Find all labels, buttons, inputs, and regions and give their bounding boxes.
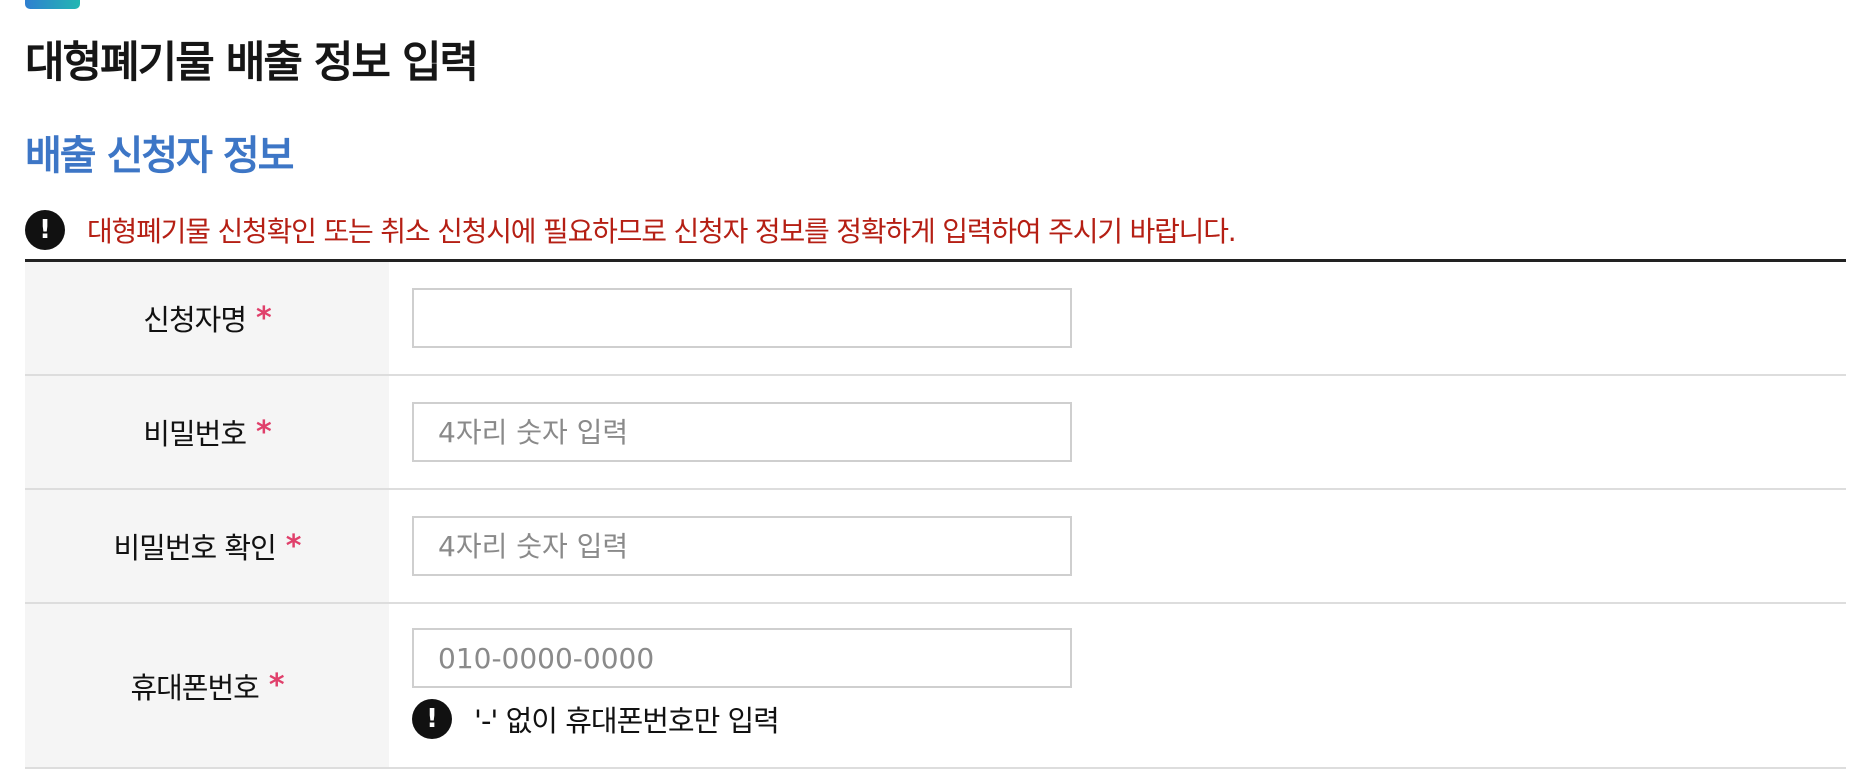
applicant-form-table: 신청자명 * 비밀번호 * 비밀번호 확인 * 휴대폰번호 *	[25, 259, 1846, 769]
section-title: 배출 신청자 정보	[25, 133, 294, 179]
form-row-password: 비밀번호 *	[25, 376, 1846, 490]
required-mark: *	[268, 668, 285, 703]
applicant-name-label: 신청자명 *	[25, 262, 389, 374]
field-label-text: 비밀번호	[143, 417, 247, 451]
page-title: 대형폐기물 배출 정보 입력	[25, 38, 479, 88]
notice-message: ! 대형폐기물 신청확인 또는 취소 신청시에 필요하므로 신청자 정보를 정확…	[25, 210, 1237, 250]
phone-hint: ! '-' 없이 휴대폰번호만 입력	[412, 698, 1846, 740]
field-label-text: 신청자명	[143, 303, 247, 337]
phone-hint-text: '-' 없이 휴대폰번호만 입력	[474, 704, 780, 738]
form-row-phone: 휴대폰번호 * ! '-' 없이 휴대폰번호만 입력	[25, 604, 1846, 769]
required-mark: *	[285, 528, 302, 564]
required-mark: *	[256, 414, 272, 450]
field-label-text: 비밀번호 확인	[113, 531, 276, 565]
password-label: 비밀번호 *	[25, 376, 389, 488]
phone-label: 휴대폰번호 *	[25, 604, 389, 767]
exclamation-circle-icon: !	[412, 699, 452, 739]
notice-text: 대형폐기물 신청확인 또는 취소 신청시에 필요하므로 신청자 정보를 정확하게…	[87, 215, 1237, 248]
applicant-name-field-cell	[389, 262, 1846, 374]
password-confirm-label: 비밀번호 확인 *	[25, 490, 389, 602]
field-label-text: 휴대폰번호	[130, 670, 259, 705]
password-confirm-field-cell	[389, 490, 1846, 602]
required-mark: *	[256, 300, 272, 336]
password-field-cell	[389, 376, 1846, 488]
password-input[interactable]	[412, 402, 1072, 462]
exclamation-circle-icon: !	[25, 210, 65, 250]
password-confirm-input[interactable]	[412, 516, 1072, 576]
form-row-applicant-name: 신청자명 *	[25, 262, 1846, 376]
phone-number-input[interactable]	[412, 628, 1072, 688]
top-accent-bar	[25, 0, 80, 9]
form-row-password-confirm: 비밀번호 확인 *	[25, 490, 1846, 604]
applicant-name-input[interactable]	[412, 288, 1072, 348]
phone-field-cell: ! '-' 없이 휴대폰번호만 입력	[389, 604, 1846, 767]
